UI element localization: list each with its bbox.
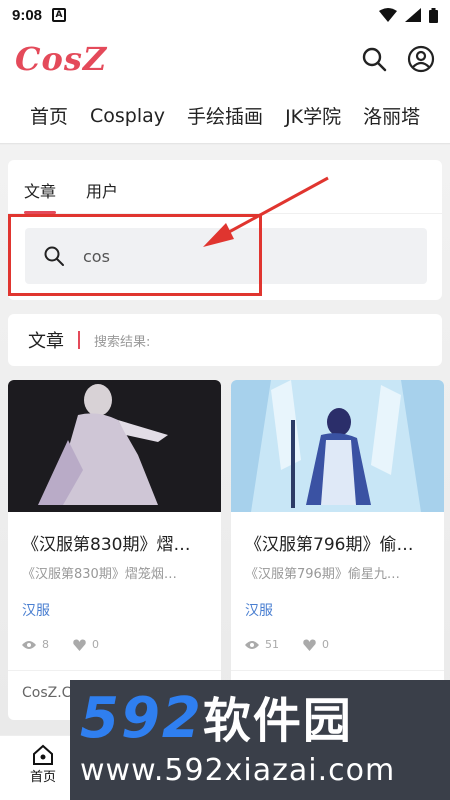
- tab-articles[interactable]: 文章: [24, 178, 57, 214]
- notification-icon: A: [52, 8, 67, 22]
- search-tabs: 文章 用户: [24, 178, 118, 214]
- article-category[interactable]: 汉服: [231, 582, 444, 620]
- watermark-banner: 592软件园 www.592xiazai.com: [70, 680, 450, 800]
- bottom-nav-home-label: 首页: [30, 770, 57, 785]
- nav-item-jk[interactable]: JK学院: [285, 102, 341, 129]
- nav-item-lolita[interactable]: 洛丽塔: [363, 102, 420, 129]
- home-icon: [33, 744, 53, 765]
- article-category[interactable]: 汉服: [8, 582, 221, 620]
- battery-icon: [429, 7, 438, 23]
- article-title[interactable]: 《汉服第796期》偷…: [231, 516, 444, 555]
- eye-icon: [22, 640, 36, 649]
- nav-item-cosplay[interactable]: Cosplay: [90, 105, 165, 127]
- article-card[interactable]: 《汉服第796期》偷… 《汉服第796期》偷星九… 汉服 51 0: [231, 380, 444, 720]
- tab-users[interactable]: 用户: [86, 178, 118, 214]
- article-stats: 51 0: [231, 620, 444, 651]
- search-icon[interactable]: [361, 46, 387, 72]
- article-title[interactable]: 《汉服第830期》熠…: [8, 516, 221, 555]
- article-card[interactable]: 《汉服第830期》熠… 《汉服第830期》熠笼烟… 汉服 8 0 CosZ.C: [8, 380, 221, 720]
- watermark-number: 592: [80, 686, 203, 751]
- heart-icon[interactable]: [303, 638, 316, 651]
- article-stats: 8 0: [8, 620, 221, 651]
- user-icon[interactable]: [407, 45, 435, 73]
- category-nav: 首页 Cosplay 手绘插画 JK学院 洛丽塔: [0, 88, 450, 144]
- nav-item-illustration[interactable]: 手绘插画: [187, 102, 263, 129]
- view-count: 51: [265, 638, 279, 651]
- nav-item-home[interactable]: 首页: [30, 102, 68, 129]
- status-time: 9:08: [12, 6, 43, 24]
- signal-icon: [405, 8, 421, 22]
- article-excerpt: 《汉服第796期》偷星九…: [245, 567, 400, 582]
- results-divider: [78, 331, 80, 349]
- results-title: 文章: [28, 331, 64, 352]
- watermark-cn: 软件园: [202, 693, 353, 749]
- watermark-url: www.592xiazai.com: [80, 753, 396, 788]
- article-thumbnail[interactable]: [8, 380, 221, 512]
- article-thumbnail[interactable]: [231, 380, 444, 512]
- annotation-arrow-icon: [203, 176, 329, 247]
- results-header: 文章 搜索结果:: [8, 314, 442, 366]
- wifi-icon: [379, 8, 397, 22]
- heart-icon[interactable]: [73, 638, 86, 651]
- status-bar: 9:08 A: [0, 0, 450, 30]
- bottom-nav-home[interactable]: 首页: [30, 744, 56, 785]
- like-count: 0: [92, 638, 99, 651]
- results-subtitle: 搜索结果:: [94, 334, 151, 350]
- app-header: CosZ: [0, 30, 450, 88]
- eye-icon: [245, 640, 259, 649]
- view-count: 8: [42, 638, 49, 651]
- app-logo[interactable]: CosZ: [15, 40, 107, 78]
- article-excerpt: 《汉服第830期》熠笼烟…: [22, 567, 177, 582]
- like-count: 0: [322, 638, 329, 651]
- watermark-logo: 592软件园: [80, 689, 450, 751]
